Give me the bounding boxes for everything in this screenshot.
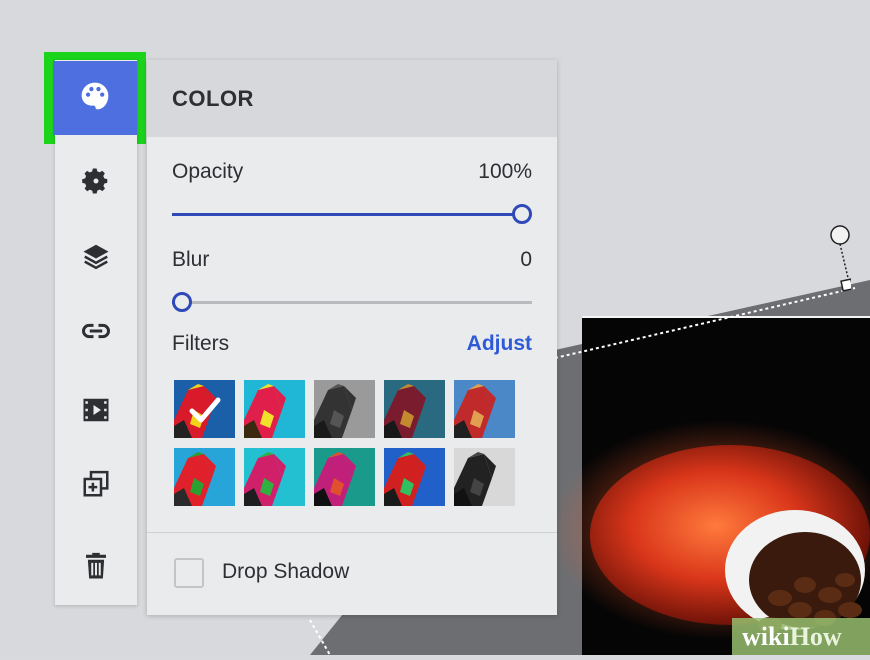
filter-thumbnail[interactable] [454, 380, 515, 438]
duplicate-icon [81, 469, 111, 504]
filter-thumbnail[interactable] [244, 448, 305, 506]
opacity-value: 100% [478, 160, 532, 183]
opacity-slider-thumb[interactable] [512, 204, 532, 224]
blur-value: 0 [520, 248, 532, 271]
filter-thumbnail[interactable] [244, 380, 305, 438]
panel-divider [147, 532, 557, 533]
opacity-slider[interactable] [172, 200, 532, 230]
duplicate-tool[interactable] [55, 456, 137, 516]
filter-thumbnail[interactable] [314, 380, 375, 438]
filter-thumbnail[interactable] [174, 448, 235, 506]
settings-tool[interactable] [55, 153, 137, 213]
drop-shadow-label: Drop Shadow [222, 560, 350, 583]
color-panel: COLOR Opacity 100% Blur 0 Filters Adjust… [147, 60, 557, 615]
layers-tool[interactable] [55, 228, 137, 288]
animation-tool[interactable] [55, 382, 137, 442]
palette-icon [79, 80, 111, 117]
gear-icon [81, 166, 111, 201]
color-tool[interactable] [53, 61, 137, 135]
filter-thumbnail[interactable] [454, 448, 515, 506]
filter-thumbnail[interactable] [174, 380, 235, 438]
blur-slider[interactable] [172, 288, 532, 318]
filter-thumbnail[interactable] [384, 380, 445, 438]
adjust-filters-link[interactable]: Adjust [467, 332, 532, 356]
film-icon [81, 395, 111, 430]
link-icon [81, 316, 111, 351]
drop-shadow-checkbox[interactable] [174, 558, 204, 588]
rotate-handle[interactable] [829, 224, 854, 299]
filters-label: Filters [172, 332, 230, 355]
layers-icon [81, 241, 111, 276]
trash-icon [81, 551, 111, 586]
filter-thumbnail[interactable] [384, 448, 445, 506]
opacity-label: Opacity [172, 160, 244, 183]
blur-slider-thumb[interactable] [172, 292, 192, 312]
link-tool[interactable] [55, 303, 137, 363]
tool-sidebar [55, 60, 137, 605]
panel-title: COLOR [172, 86, 254, 111]
delete-tool[interactable] [55, 538, 137, 598]
wikihow-watermark: wikiHow [732, 618, 870, 655]
filter-thumbnail[interactable] [314, 448, 375, 506]
blur-label: Blur [172, 248, 210, 271]
panel-header: COLOR [147, 60, 557, 137]
